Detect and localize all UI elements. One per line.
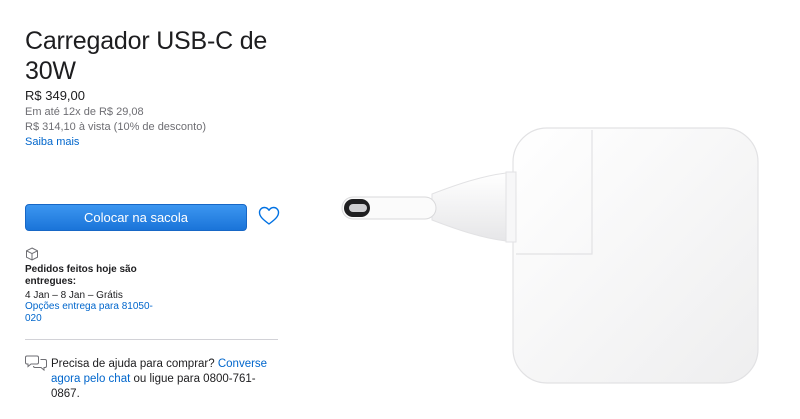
cash-price-text: R$ 314,10 à vista (10% de desconto) xyxy=(25,121,207,133)
delivery-heading: Pedidos feitos hoje são entregues: xyxy=(25,264,137,287)
help-prefix: Precisa de ajuda para comprar? xyxy=(51,358,218,370)
box-icon xyxy=(26,247,38,261)
product-title: Carregador USB-C de 30W xyxy=(25,27,268,85)
product-image xyxy=(341,127,759,384)
installments-text: Em até 12x de R$ 29,08 xyxy=(25,106,144,118)
heart-icon[interactable] xyxy=(258,206,280,226)
delivery-options-link[interactable]: Opções entrega para 81050-020 xyxy=(25,301,160,325)
learn-more-link[interactable]: Saiba mais xyxy=(25,136,79,148)
product-price: R$ 349,00 xyxy=(25,88,85,103)
delivery-dates: 4 Jan – 8 Jan – Grátis xyxy=(25,290,123,301)
divider xyxy=(25,339,278,340)
chat-icon xyxy=(25,355,47,372)
help-text: Precisa de ajuda para comprar? Converse … xyxy=(51,357,281,402)
add-to-bag-button[interactable]: Colocar na sacola xyxy=(25,204,247,231)
